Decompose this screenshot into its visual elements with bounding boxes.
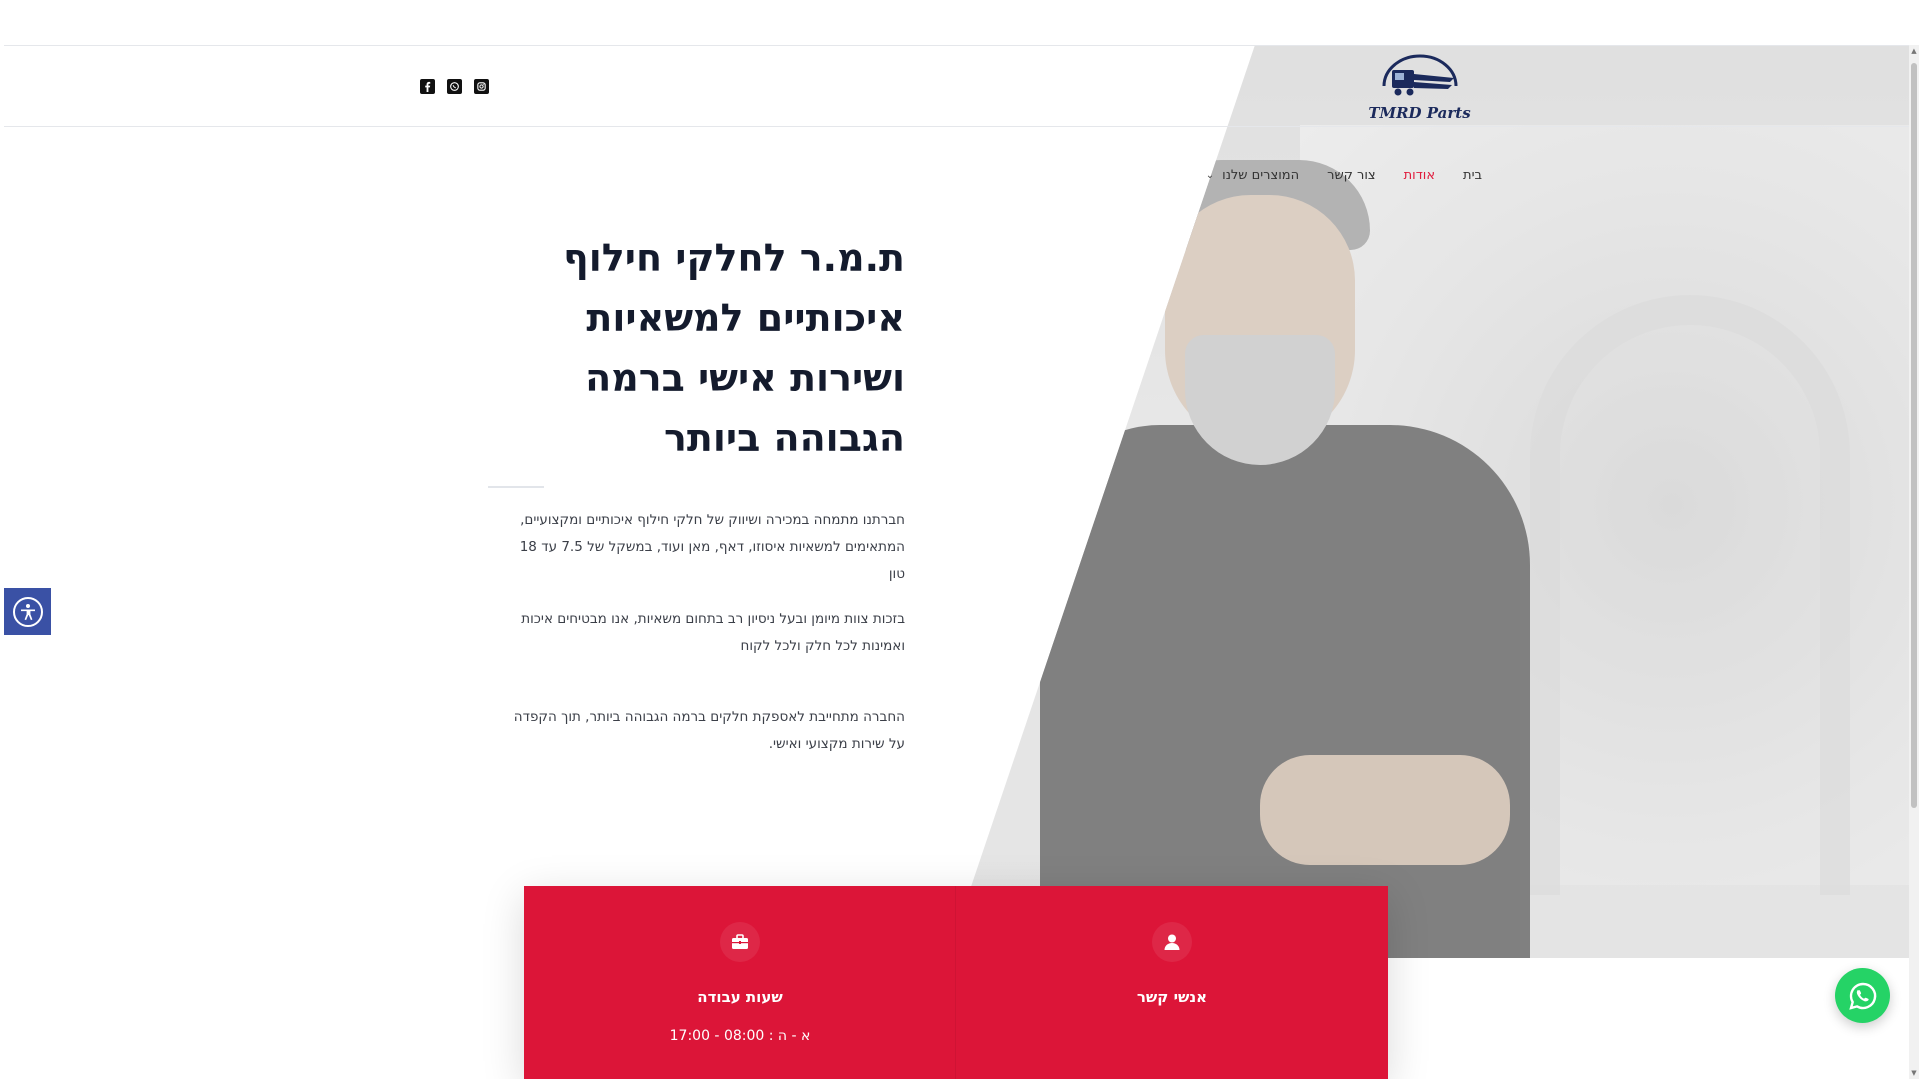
- briefcase-icon: [720, 922, 760, 962]
- accessibility-button[interactable]: [4, 588, 51, 635]
- working-hours-text: א - ה : 08:00 - 17:00: [669, 1028, 811, 1044]
- truck-logo-icon: [1382, 54, 1458, 96]
- nav-item-about[interactable]: אודות: [1404, 168, 1435, 183]
- site-header: [4, 45, 1910, 127]
- info-panel: שעות עבודה א - ה : 08:00 - 17:00 אנשי קש…: [524, 886, 1388, 1079]
- scroll-up-icon[interactable]: ▲: [1910, 47, 1918, 55]
- whatsapp-icon: [1848, 982, 1876, 1010]
- main-nav: בית אודות צור קשר המוצרים שלנו ⌄: [1190, 163, 1482, 187]
- hero-headline: ת.מ.ר לחלקי חילוף איכותיים למשאיות ושירו…: [470, 228, 905, 468]
- headline-line: הגבוהה ביותר: [664, 416, 905, 460]
- top-strip: [0, 0, 1919, 45]
- headline-line: ת.מ.ר לחלקי חילוף: [563, 236, 905, 280]
- headline-line: איכותיים למשאיות: [586, 296, 905, 340]
- page-scrollbar[interactable]: ▲ ▼: [1909, 45, 1919, 1079]
- contacts-box: אנשי קשר: [956, 886, 1388, 1079]
- hero-paragraph-3: החברה מתחייבת לאספקת חלקים ברמה הגבוהה ב…: [513, 709, 905, 752]
- headline-divider: [488, 486, 544, 488]
- hero-paragraph-2: בזכות צוות מיומן ובעל ניסיון רב בתחום מש…: [521, 611, 905, 654]
- working-hours-title: שעות עבודה: [697, 988, 783, 1006]
- nav-item-products[interactable]: המוצרים שלנו ⌄: [1206, 168, 1299, 183]
- hero-paragraph-1: חברתנו מתמחה במכירה ושיווק של חלקי חילוף…: [519, 512, 905, 582]
- hero-image: [947, 45, 1909, 958]
- whatsapp-icon[interactable]: [447, 79, 462, 94]
- nav-item-contact[interactable]: צור קשר: [1327, 168, 1376, 183]
- scroll-down-icon[interactable]: ▼: [1910, 1069, 1918, 1077]
- instagram-icon[interactable]: [474, 79, 489, 94]
- scrollbar-thumb[interactable]: [1911, 63, 1917, 808]
- facebook-icon[interactable]: [420, 79, 435, 94]
- chevron-down-icon: ⌄: [1205, 169, 1215, 181]
- working-hours-box: שעות עבודה א - ה : 08:00 - 17:00: [524, 886, 956, 1079]
- whatsapp-float-button[interactable]: [1835, 968, 1890, 1023]
- logo-text: TMRD Parts: [1368, 104, 1471, 122]
- contacts-title: אנשי קשר: [1136, 988, 1208, 1006]
- social-links: [420, 79, 489, 94]
- nav-item-home[interactable]: בית: [1463, 168, 1482, 183]
- page: TMRD Parts בית אודות צור קשר המוצרים שלנ…: [0, 0, 1919, 1079]
- hero-veil: [947, 45, 1909, 958]
- nav-item-products-label: המוצרים שלנו: [1222, 167, 1300, 183]
- user-icon: [1152, 922, 1192, 962]
- accessibility-icon: [12, 596, 43, 627]
- site-logo[interactable]: TMRD Parts: [1362, 50, 1477, 125]
- headline-line: ושירות אישי ברמה: [585, 356, 905, 400]
